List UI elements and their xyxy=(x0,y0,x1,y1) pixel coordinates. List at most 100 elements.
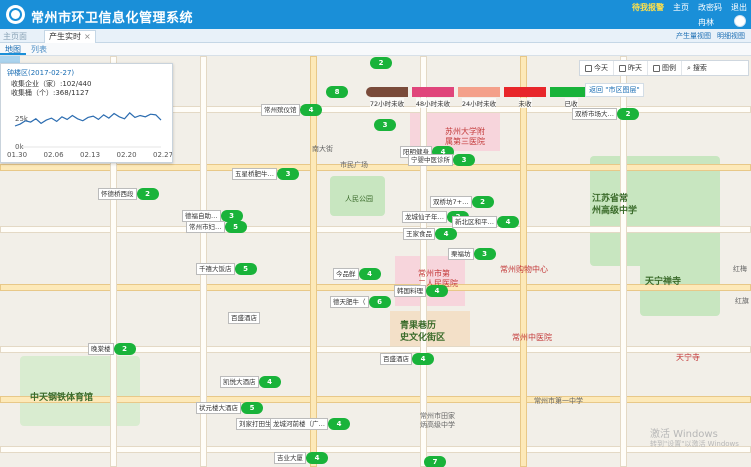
bin-marker[interactable]: 吉业大厦 4 xyxy=(274,452,328,464)
bin-marker[interactable]: 2 xyxy=(370,57,392,69)
map-label: 天宁禅寺 xyxy=(645,277,682,287)
marker-count: 4 xyxy=(328,418,350,430)
bin-marker[interactable]: 晚棠楼 2 xyxy=(88,343,136,355)
map-label: 红梅 xyxy=(733,265,747,273)
tab-realtime[interactable]: 产生实时 × xyxy=(44,30,96,43)
marker-count: 4 xyxy=(358,268,381,280)
warning-link[interactable]: 待我报警 xyxy=(632,2,664,13)
logo-icon xyxy=(6,5,25,24)
road xyxy=(520,56,527,467)
avatar[interactable] xyxy=(734,15,746,27)
map-label: 南大街 xyxy=(312,145,333,153)
marker-label: 百盛酒店 xyxy=(380,353,412,365)
x-tick-label: 02.20 xyxy=(117,151,137,159)
bin-marker[interactable]: 怀德桥西段 2 xyxy=(98,188,159,200)
change-password-link[interactable]: 改密码 xyxy=(698,2,722,13)
user-name[interactable]: 冉林 xyxy=(698,17,714,28)
bin-marker[interactable]: 德天肥牛（ 6 xyxy=(330,296,391,308)
bin-marker[interactable]: 常州市妇… 5 xyxy=(186,221,247,233)
marker-label: 韩国料理 xyxy=(394,285,426,297)
bin-marker[interactable]: 7 xyxy=(424,456,446,467)
bin-marker[interactable]: 百盛酒店 xyxy=(228,312,260,324)
marker-count: 5 xyxy=(241,402,263,414)
marker-count: 3 xyxy=(374,119,396,131)
sub-tabs: 地图 列表 xyxy=(0,43,751,56)
tab-bar: 主页面 产生实时 × 产生量视图 明细视图 xyxy=(0,29,751,43)
bin-marker[interactable]: 栗福坊 3 xyxy=(448,248,496,260)
bin-marker[interactable]: 状元楼大酒店 5 xyxy=(196,402,263,414)
marker-label: 常州市妇… xyxy=(186,221,225,233)
home-link[interactable]: 主页 xyxy=(673,2,689,13)
back-to-city-layer-button[interactable]: 返回 "市区图层" xyxy=(585,83,644,97)
bin-marker[interactable]: 4 xyxy=(300,104,322,116)
legend-label: 未收 xyxy=(518,98,532,108)
tab-map[interactable]: 地图 xyxy=(0,43,26,55)
legend-icon xyxy=(653,64,660,72)
marker-count: 4 xyxy=(497,216,519,228)
district-info-panel: 钟楼区(2017-02-27) 收集企业（家）:102/440 收集桶（个）:3… xyxy=(0,63,173,163)
marker-label: 五星桥肥牛… xyxy=(232,168,277,180)
volume-view-link[interactable]: 产生量视图 xyxy=(676,31,711,41)
detail-view-link[interactable]: 明细视图 xyxy=(717,31,745,41)
bin-marker[interactable]: 3 xyxy=(374,119,396,131)
legend-item: 24小时未收 xyxy=(456,87,502,108)
bin-marker[interactable]: 宁婴中医诊所 3 xyxy=(408,154,475,166)
today-button[interactable]: 今天 xyxy=(580,61,614,75)
x-tick-label: 02.27 xyxy=(153,151,172,159)
marker-label: 状元楼大酒店 xyxy=(196,402,241,414)
map-label: 中天钢铁体育馆 xyxy=(30,393,94,403)
bin-marker[interactable]: 王家食品 4 xyxy=(403,228,457,240)
x-tick-label: 02.13 xyxy=(80,151,100,159)
bin-marker[interactable]: 千禧大饭店 5 xyxy=(196,263,257,275)
bin-marker[interactable]: 韩国料理 4 xyxy=(394,285,448,297)
marker-count: 4 xyxy=(412,353,434,365)
tab-list[interactable]: 列表 xyxy=(26,43,52,55)
legend-item: 未收 xyxy=(502,87,548,108)
tab-home[interactable]: 主页面 xyxy=(3,31,27,42)
search-button[interactable]: ⌕ 搜索 xyxy=(682,61,712,75)
bin-marker[interactable]: 今品鲜 4 xyxy=(333,268,381,280)
activation-watermark-sub: 转到"设置"以激活 Windows xyxy=(650,440,739,448)
x-tick-label: 02.06 xyxy=(44,151,65,159)
bin-marker[interactable]: 双桥市场大… 2 xyxy=(572,108,639,120)
legend-button[interactable]: 图例 xyxy=(648,61,682,75)
trend-chart: 25k 0k 01.30 02.06 02.13 02.20 02.27 xyxy=(7,112,172,159)
yesterday-button[interactable]: 昨天 xyxy=(614,61,648,75)
bin-marker[interactable]: 双桥坊7+… 2 xyxy=(430,196,494,208)
bin-marker[interactable]: 8 xyxy=(326,86,348,98)
y-tick-label: 25k xyxy=(15,115,29,123)
marker-count: 4 xyxy=(435,228,457,240)
bin-marker[interactable]: 刘家打田生 xyxy=(236,418,275,430)
bin-marker[interactable]: 新北区和平… 4 xyxy=(452,216,519,228)
road xyxy=(420,56,427,467)
marker-count: 4 xyxy=(258,376,281,388)
logout-link[interactable]: 退出 xyxy=(731,2,747,13)
x-tick-label: 01.30 xyxy=(7,151,27,159)
close-icon[interactable]: × xyxy=(84,32,91,41)
status-legend: 72小时未收 48小时未收 24小时未收 未收 已收 xyxy=(364,87,594,108)
calendar-icon xyxy=(619,64,626,72)
marker-count: 2 xyxy=(136,188,159,200)
marker-label: 新北区和平… xyxy=(452,216,497,228)
road xyxy=(310,56,317,467)
marker-count: 8 xyxy=(326,86,348,98)
header-bar: 常州市环卫信息化管理系统 待我报警 主页 改密码 退出 冉林 xyxy=(0,0,751,29)
bin-marker[interactable]: 常州殡仪馆 xyxy=(261,104,300,116)
legend-swatch xyxy=(366,87,408,97)
map-label: 人民公园 xyxy=(345,195,373,203)
bin-marker[interactable]: 龙城河前楼（广… 4 xyxy=(270,418,350,430)
legend-label: 72小时未收 xyxy=(369,98,405,108)
bin-marker[interactable]: 百盛酒店 4 xyxy=(380,353,434,365)
map-label: 州高级中学 xyxy=(592,206,638,216)
marker-count: 3 xyxy=(453,154,475,166)
marker-count: 7 xyxy=(424,456,446,467)
bin-marker[interactable]: 五星桥肥牛… 3 xyxy=(232,168,299,180)
legend-label: 已收 xyxy=(564,98,578,108)
marker-label: 刘家打田生 xyxy=(236,418,275,430)
map-label: 常州市第一中学 xyxy=(534,397,583,405)
bin-marker[interactable]: 凯悦大酒店 4 xyxy=(220,376,281,388)
marker-label: 王家食品 xyxy=(403,228,435,240)
marker-label: 百盛酒店 xyxy=(228,312,260,324)
marker-count: 2 xyxy=(617,108,639,120)
view-switch: 产生量视图 明细视图 xyxy=(676,31,745,41)
